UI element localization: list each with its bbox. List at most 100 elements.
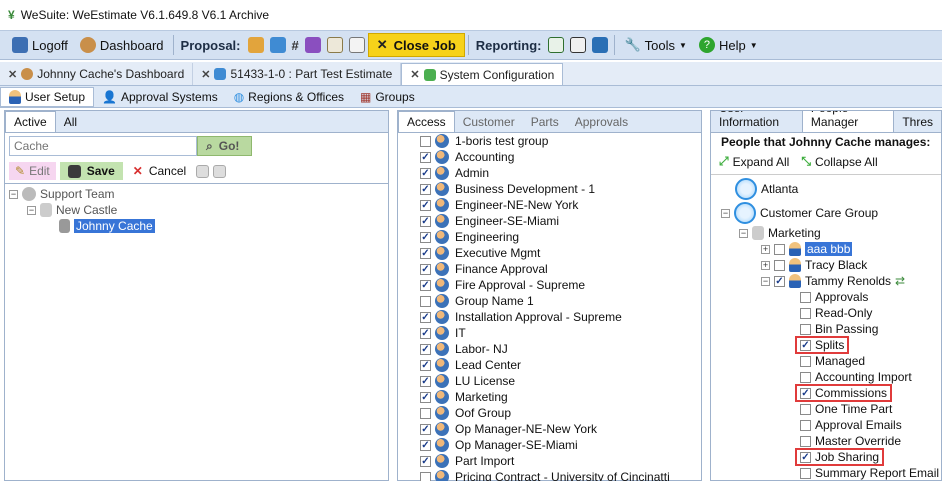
tree-node-person[interactable]: + aaa bbb (721, 241, 941, 257)
group-checkbox[interactable]: ✓ (420, 279, 431, 291)
group-checkbox[interactable] (420, 135, 431, 147)
group-row[interactable]: ✓ Admin (420, 165, 701, 181)
permission-checkbox[interactable] (800, 435, 811, 447)
tab-regions-offices[interactable]: ◍ Regions & Offices (226, 87, 352, 107)
edit-button[interactable]: ✎ Edit (9, 162, 56, 180)
tab-approval-systems[interactable]: 👤 Approval Systems (94, 87, 226, 107)
tab-active[interactable]: Active (5, 111, 56, 132)
group-checkbox[interactable]: ✓ (420, 199, 431, 211)
group-row[interactable]: 1-boris test group (420, 133, 701, 149)
group-row[interactable]: ✓ Lead Center (420, 357, 701, 373)
permission-row[interactable]: Approvals (797, 289, 941, 305)
group-checkbox[interactable]: ✓ (420, 263, 431, 275)
tools-menu[interactable]: 🔧 Tools ▼ (618, 33, 692, 57)
tab-groups[interactable]: ▦ Groups (352, 87, 423, 107)
report-dashboard-icon[interactable] (592, 37, 609, 53)
group-row[interactable]: ✓ LU License (420, 373, 701, 389)
go-button[interactable]: ⌕ Go! (197, 136, 253, 156)
tab-people-manager[interactable]: People Manager (801, 111, 895, 132)
group-checkbox[interactable] (420, 471, 431, 481)
dashboard-button[interactable]: Dashboard (74, 33, 170, 57)
permission-checkbox[interactable] (800, 371, 811, 383)
close-job-button[interactable]: ✕ Close Job (367, 33, 465, 57)
permission-row[interactable]: Master Override (797, 433, 941, 449)
permission-checkbox[interactable]: ✓ (800, 387, 811, 399)
group-row[interactable]: ✓ Accounting (420, 149, 701, 165)
tab-user-information[interactable]: User Information (711, 111, 802, 132)
tree-node-person[interactable]: + Tracy Black (721, 257, 941, 273)
tree-node-customer-care-group[interactable]: − Customer Care Group (721, 201, 941, 225)
tab-approvals[interactable]: Approvals (567, 112, 636, 132)
tab-thresholds[interactable]: Thres (894, 112, 941, 132)
collapse-icon[interactable]: − (9, 189, 18, 199)
permission-row[interactable]: ✓ Splits (794, 336, 941, 354)
permission-row[interactable]: Managed (797, 353, 941, 369)
tab-parts[interactable]: Parts (523, 112, 567, 132)
collapse-icon[interactable]: − (27, 205, 36, 215)
proposal-people-icon[interactable] (247, 37, 264, 53)
person-checkbox[interactable]: ✓ (774, 275, 785, 287)
group-row[interactable]: Pricing Contract - University of Cincina… (420, 469, 701, 481)
report-graph-icon[interactable] (570, 37, 587, 53)
group-row[interactable]: ✓ Labor- NJ (420, 341, 701, 357)
expand-icon[interactable]: + (761, 260, 770, 270)
collapse-icon[interactable]: − (761, 276, 770, 286)
tree-node-person[interactable]: − ✓ Tammy Renolds ⇄ (721, 273, 941, 289)
group-row[interactable]: ✓ Op Manager-NE-New York (420, 421, 701, 437)
group-checkbox[interactable] (420, 295, 431, 307)
group-checkbox[interactable]: ✓ (420, 343, 431, 355)
collapse-icon[interactable]: − (721, 208, 730, 218)
group-row[interactable]: ✓ Op Manager-SE-Miami (420, 437, 701, 453)
group-row[interactable]: Group Name 1 (420, 293, 701, 309)
tab-user-setup[interactable]: User Setup (0, 86, 95, 107)
tab-system-configuration[interactable]: ✕ System Configuration (401, 63, 564, 85)
group-row[interactable]: ✓ Fire Approval - Supreme (420, 277, 701, 293)
permission-row[interactable]: Read-Only (797, 305, 941, 321)
permission-checkbox[interactable] (800, 291, 811, 303)
person-checkbox[interactable] (774, 259, 785, 271)
permission-row[interactable]: Summary Report Email (797, 465, 941, 480)
tree-node-atlanta[interactable]: Atlanta (721, 177, 941, 201)
group-checkbox[interactable] (420, 407, 431, 419)
group-checkbox[interactable]: ✓ (420, 167, 431, 179)
permission-row[interactable]: Bin Passing (797, 321, 941, 337)
group-checkbox[interactable]: ✓ (420, 247, 431, 259)
group-row[interactable]: ✓ Marketing (420, 389, 701, 405)
group-checkbox[interactable]: ✓ (420, 455, 431, 467)
close-tab-icon[interactable]: ✕ (201, 68, 210, 81)
group-checkbox[interactable]: ✓ (420, 391, 431, 403)
permission-row[interactable]: Approval Emails (797, 417, 941, 433)
help-menu[interactable]: ? Help ▼ (693, 33, 764, 57)
collapse-icon[interactable]: − (739, 228, 748, 238)
tab-access[interactable]: Access (398, 111, 455, 132)
tab-estimate[interactable]: ✕ 51433-1-0 : Part Test Estimate (193, 63, 402, 85)
tab-customer[interactable]: Customer (455, 112, 523, 132)
permission-row[interactable]: ✓ Job Sharing (794, 448, 941, 466)
tree-node-marketing[interactable]: − Marketing (721, 225, 941, 241)
permission-checkbox[interactable] (800, 355, 811, 367)
expand-icon[interactable]: + (761, 244, 770, 254)
save-button[interactable]: Save (59, 162, 123, 180)
cancel-button[interactable]: ✕ Cancel (127, 162, 192, 180)
permission-row[interactable]: One Time Part (797, 401, 941, 417)
group-checkbox[interactable]: ✓ (420, 439, 431, 451)
tree-node-support-team[interactable]: − Support Team (9, 186, 384, 202)
group-checkbox[interactable]: ✓ (420, 375, 431, 387)
permission-row[interactable]: Accounting Import (797, 369, 941, 385)
copy-icon[interactable] (196, 164, 210, 178)
group-row[interactable]: ✓ Executive Mgmt (420, 245, 701, 261)
proposal-tools-icon[interactable] (269, 37, 286, 53)
logoff-button[interactable]: Logoff (6, 33, 74, 57)
group-checkbox[interactable]: ✓ (420, 215, 431, 227)
close-tab-icon[interactable]: ✕ (8, 68, 17, 81)
close-tab-icon[interactable]: ✕ (410, 68, 419, 81)
permission-checkbox[interactable] (800, 419, 811, 431)
report-chart-icon[interactable] (548, 37, 565, 53)
group-checkbox[interactable]: ✓ (420, 423, 431, 435)
group-checkbox[interactable]: ✓ (420, 183, 431, 195)
group-checkbox[interactable]: ✓ (420, 231, 431, 243)
proposal-calendar-icon[interactable] (326, 37, 343, 53)
group-checkbox[interactable]: ✓ (420, 359, 431, 371)
permission-checkbox[interactable] (800, 323, 811, 335)
permission-checkbox[interactable]: ✓ (800, 339, 811, 351)
